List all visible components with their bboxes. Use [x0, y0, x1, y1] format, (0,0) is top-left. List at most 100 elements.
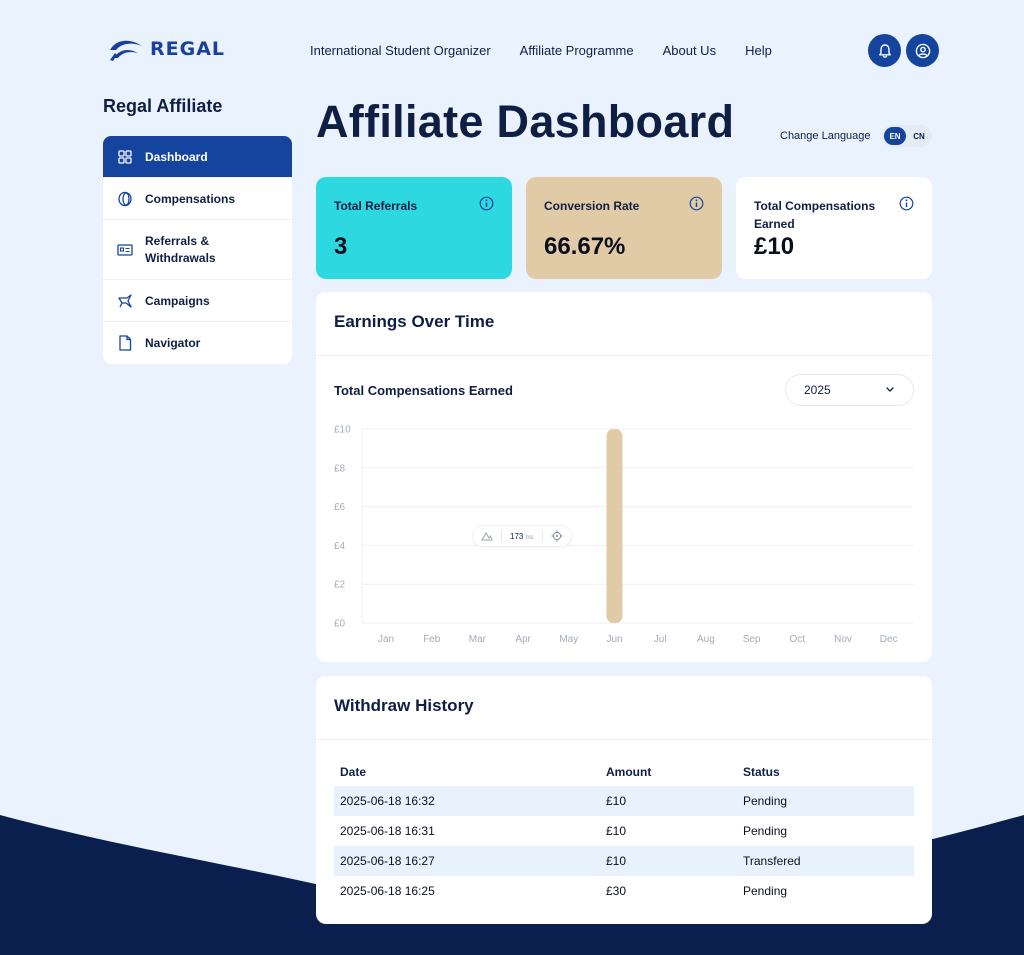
x-tick-label: Apr [515, 634, 531, 645]
x-tick-label: Oct [790, 634, 806, 645]
notifications-button[interactable] [868, 34, 901, 67]
table-row: 2025-06-18 16:27 £10 Transfered [334, 846, 914, 876]
stat-card-total-compensations: Total Compensations Earned £10 [736, 177, 932, 279]
language-toggle[interactable]: EN CN [882, 125, 932, 147]
mountain-icon [481, 532, 493, 541]
cell-date: 2025-06-18 16:27 [340, 854, 435, 868]
sidebar: Dashboard Compensations Referrals & With… [103, 136, 292, 364]
nav-item-affiliate-programme[interactable]: Affiliate Programme [520, 43, 634, 58]
brand-logo[interactable]: REGAL [108, 36, 225, 62]
coin-icon [117, 191, 133, 207]
sidebar-item-label: Dashboard [145, 149, 208, 164]
earnings-chart: £0 £2 £4 £6 £8 £10 Jan Feb Mar Apr May Jun Jul Aug Sep… [334, 425, 914, 645]
chevron-down-icon [886, 387, 894, 392]
x-tick-label: Jan [378, 634, 394, 645]
earnings-subtitle: Total Compensations Earned [334, 383, 513, 398]
sidebar-item-label: Referrals & Withdrawals [145, 233, 216, 265]
x-tick-label: Jul [654, 634, 667, 645]
x-tick-label: Dec [880, 634, 898, 645]
megaphone-icon [117, 293, 133, 309]
earnings-card: Earnings Over Time Total Compensations E… [316, 292, 932, 662]
y-tick-label: £2 [334, 580, 346, 591]
column-header-amount: Amount [606, 765, 652, 779]
user-circle-icon [915, 43, 930, 58]
info-icon[interactable] [479, 196, 494, 216]
bar-jun [606, 429, 623, 623]
sidebar-item-navigator[interactable]: Navigator [103, 322, 292, 364]
year-select[interactable]: 2025 [785, 374, 914, 406]
x-tick-label: May [559, 634, 578, 645]
profile-button[interactable] [906, 34, 939, 67]
sidebar-item-referrals-withdrawals[interactable]: Referrals & Withdrawals [103, 220, 292, 280]
nav-item-international-student-organizer[interactable]: International Student Organizer [310, 43, 491, 58]
y-tick-label: £0 [334, 619, 346, 630]
grid-icon [117, 149, 133, 165]
stat-value: 66.67% [544, 233, 626, 260]
table-row: 2025-06-18 16:31 £10 Pending [334, 816, 914, 846]
y-tick-label: £4 [334, 541, 346, 552]
stat-card-conversion-rate: Conversion Rate 66.67% [526, 177, 722, 279]
cell-date: 2025-06-18 16:31 [340, 824, 435, 838]
cell-amount: £10 [606, 794, 627, 808]
x-tick-label: Mar [469, 634, 487, 645]
x-tick-label: Feb [423, 634, 441, 645]
cell-amount: £30 [606, 884, 627, 898]
brand-name: REGAL [150, 38, 226, 60]
sidebar-item-label: Campaigns [145, 293, 210, 308]
document-icon [117, 335, 133, 351]
language-option-cn[interactable]: CN [908, 127, 930, 145]
y-tick-label: £10 [334, 425, 351, 436]
stat-value: 3 [334, 233, 348, 260]
sidebar-title: Regal Affiliate [103, 96, 223, 116]
y-tick-label: £8 [334, 463, 346, 474]
cell-date: 2025-06-18 16:32 [340, 794, 435, 808]
change-language-label: Change Language [780, 130, 871, 142]
sidebar-item-dashboard[interactable]: Dashboard [103, 136, 292, 178]
tooltip-value: 173 ms [510, 531, 534, 541]
sidebar-item-label: Navigator [145, 336, 201, 350]
cell-status: Pending [743, 794, 788, 808]
stat-label: Conversion Rate [544, 199, 640, 213]
tooltip-divider [541, 530, 543, 542]
nav-item-about-us[interactable]: About Us [663, 43, 716, 58]
regal-logo-icon [110, 40, 142, 61]
table-header: Date Amount Status [334, 758, 914, 786]
stat-label: Total Compensations Earned [754, 199, 876, 231]
cell-status: Pending [743, 884, 788, 898]
sidebar-item-label: Compensations [145, 191, 236, 206]
cell-status: Transfered [743, 854, 801, 868]
stat-label: Total Referrals [334, 199, 418, 213]
table-row: 2025-06-18 16:25 £30 Pending [334, 876, 914, 906]
column-header-date: Date [340, 765, 367, 779]
id-card-icon [117, 242, 133, 258]
tooltip-divider [501, 530, 502, 542]
cell-amount: £10 [606, 854, 627, 868]
sidebar-item-compensations[interactable]: Compensations [103, 178, 292, 220]
language-option-en[interactable]: EN [884, 127, 906, 145]
chart-tooltip: 173 ms [472, 525, 572, 547]
cell-status: Pending [743, 824, 788, 838]
x-tick-label: Nov [834, 634, 852, 645]
year-select-value: 2025 [804, 383, 831, 397]
stat-value: £10 [754, 233, 795, 260]
info-icon[interactable] [899, 196, 914, 216]
info-icon[interactable] [689, 196, 704, 216]
page-title: Affiliate Dashboard [316, 96, 735, 147]
column-header-status: Status [743, 765, 780, 779]
withdraw-history-title: Withdraw History [316, 676, 932, 740]
sidebar-item-campaigns[interactable]: Campaigns [103, 280, 292, 322]
withdraw-table: Date Amount Status 2025-06-18 16:32 £10 … [334, 758, 914, 906]
y-tick-label: £6 [334, 502, 346, 513]
cell-date: 2025-06-18 16:25 [340, 884, 435, 898]
stat-card-total-referrals: Total Referrals 3 [316, 177, 512, 279]
nav-item-help[interactable]: Help [745, 43, 772, 58]
cell-amount: £10 [606, 824, 627, 838]
withdraw-history-card: Withdraw History Date Amount Status 2025… [316, 676, 932, 924]
earnings-title: Earnings Over Time [316, 292, 932, 356]
x-tick-label: Sep [743, 634, 761, 645]
x-tick-label: Aug [697, 634, 715, 645]
x-tick-label: Jun [606, 634, 622, 645]
bell-icon [878, 43, 891, 58]
table-row: 2025-06-18 16:32 £10 Pending [334, 786, 914, 816]
crosshair-icon[interactable] [551, 530, 563, 542]
